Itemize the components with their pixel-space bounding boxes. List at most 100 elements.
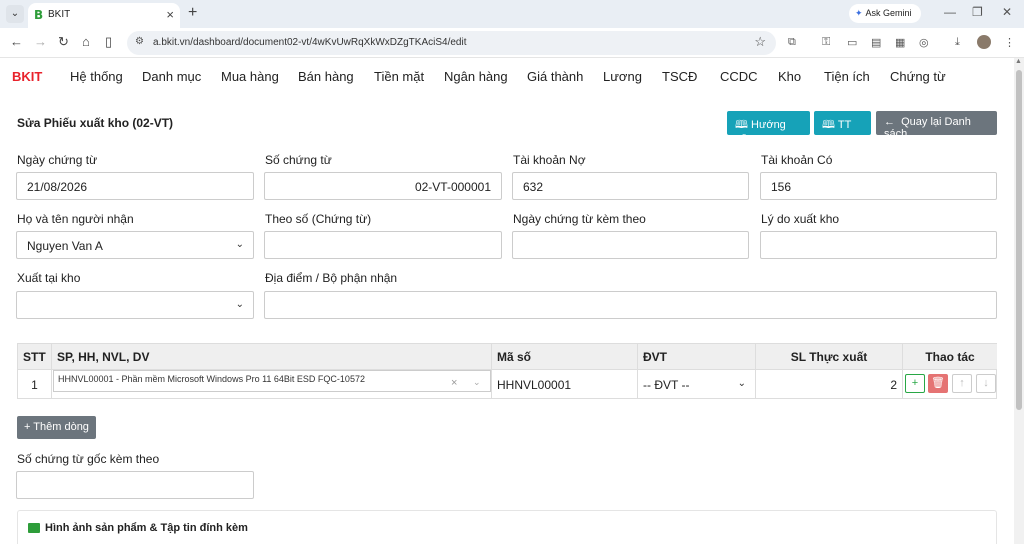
- scroll-up-icon[interactable]: ▲: [1015, 58, 1022, 65]
- guide-button[interactable]: 🕮 Hướng dẫn: [727, 111, 810, 147]
- url-text: a.bkit.vn/dashboard/document02-vt/4wKvUw…: [153, 37, 467, 48]
- home-icon[interactable]: ⌂: [82, 34, 90, 49]
- col-sl: SL Thực xuất: [756, 344, 903, 369]
- attachments-section: Hình ảnh sản phẩm & Tập tin đính kèm: [17, 510, 997, 544]
- col-sp: SP, HH, NVL, DV: [52, 344, 492, 369]
- tab-search-icon[interactable]: ⌄: [6, 5, 24, 23]
- nav-chung-tu[interactable]: Chứng từ: [890, 69, 946, 84]
- arrow-left-icon: ←: [884, 116, 895, 128]
- nguoi-nhan-select[interactable]: Nguyen Van A ⌄: [16, 231, 254, 259]
- nav-ngan-hang[interactable]: Ngân hàng: [444, 69, 508, 84]
- dia-diem-label: Địa điểm / Bộ phận nhận: [265, 271, 398, 285]
- tk-no-input[interactable]: 632: [512, 172, 749, 200]
- site-info-icon[interactable]: ⚙: [135, 36, 144, 47]
- tab-favicon: B: [34, 8, 44, 22]
- so-goc-label: Số chứng từ gốc kèm theo: [17, 452, 160, 466]
- book-icon: 🕮: [735, 119, 748, 131]
- page-title: Sửa Phiếu xuất kho (02-VT): [17, 116, 174, 130]
- xuat-tai-kho-label: Xuất tại kho: [17, 271, 81, 285]
- theo-so-label: Theo số (Chứng từ): [265, 212, 372, 226]
- nguoi-nhan-value: Nguyen Van A: [27, 239, 103, 253]
- nav-ccdc[interactable]: CCDC: [720, 69, 758, 84]
- chevron-down-icon: ⌄: [737, 378, 746, 389]
- profile-avatar[interactable]: [977, 35, 991, 49]
- ask-gemini-button[interactable]: ✦ Ask Gemini: [849, 4, 921, 23]
- ly-do-label: Lý do xuất kho: [761, 212, 840, 226]
- page-scrollbar[interactable]: ▲: [1014, 58, 1024, 544]
- reading-mode-icon[interactable]: ▤: [871, 36, 881, 49]
- card-icon[interactable]: ▭: [847, 36, 857, 49]
- browser-tab[interactable]: B BKIT ×: [28, 3, 180, 28]
- nav-tscd[interactable]: TSCĐ: [662, 69, 697, 84]
- nav-tien-mat[interactable]: Tiền mặt: [374, 69, 424, 84]
- col-dvt: ĐVT: [638, 344, 756, 369]
- col-stt: STT: [18, 344, 52, 369]
- new-tab-icon[interactable]: +: [188, 4, 197, 22]
- tk-no-label: Tài khoản Nợ: [513, 153, 586, 167]
- extensions-icon[interactable]: ⧉: [788, 36, 796, 49]
- chevron-down-icon[interactable]: ⌄: [473, 377, 481, 388]
- nav-tien-ich[interactable]: Tiện ích: [824, 69, 870, 84]
- minimize-icon[interactable]: —: [944, 5, 956, 19]
- col-thao-tac: Thao tác: [903, 344, 997, 369]
- scroll-thumb[interactable]: [1016, 70, 1022, 410]
- ngay-kem-theo-label: Ngày chứng từ kèm theo: [513, 212, 646, 226]
- add-row-button[interactable]: + Thêm dòng: [17, 416, 96, 439]
- brand-logo[interactable]: BKIT: [12, 69, 42, 84]
- row-ma-so: HHNVL00001: [492, 369, 638, 399]
- tk-co-input[interactable]: 156: [760, 172, 997, 200]
- bookmark-star-icon[interactable]: ☆: [754, 34, 766, 50]
- nav-danh-muc[interactable]: Danh mục: [142, 69, 201, 84]
- tt99-button[interactable]: 🕮 TT 99: [814, 111, 871, 147]
- back-icon[interactable]: ←: [10, 34, 23, 49]
- download-icon[interactable]: ⤓: [955, 36, 960, 49]
- product-select[interactable]: HHNVL00001 - Phần mềm Microsoft Windows …: [53, 370, 491, 392]
- window-close-icon[interactable]: ✕: [1002, 5, 1012, 19]
- nav-ban-hang[interactable]: Bán hàng: [298, 69, 354, 84]
- move-up-icon[interactable]: ↑: [952, 374, 972, 393]
- nav-luong[interactable]: Lương: [603, 69, 642, 84]
- forward-icon[interactable]: →: [34, 34, 47, 49]
- image-icon: [28, 523, 40, 533]
- ngay-kem-theo-input[interactable]: [512, 231, 749, 259]
- tk-co-label: Tài khoản Có: [761, 153, 833, 167]
- restore-icon[interactable]: ❐: [972, 5, 983, 19]
- tab-groups-icon[interactable]: ▦: [895, 36, 905, 49]
- clear-icon[interactable]: ×: [451, 377, 457, 389]
- nguoi-nhan-label: Họ và tên người nhận: [17, 212, 134, 226]
- password-key-icon[interactable]: ⚿: [822, 36, 830, 49]
- nav-kho[interactable]: Kho: [778, 69, 801, 84]
- so-chung-tu-input[interactable]: 02-VT-000001: [264, 172, 502, 200]
- back-to-list-button[interactable]: ← Quay lại Danh sách: [876, 111, 997, 140]
- trash-icon[interactable]: 🗑: [928, 374, 948, 393]
- so-goc-input[interactable]: [16, 471, 254, 499]
- ly-do-input[interactable]: [760, 231, 997, 259]
- theo-so-input[interactable]: [264, 231, 502, 259]
- dia-diem-input[interactable]: [264, 291, 997, 319]
- chevron-down-icon: ⌄: [235, 299, 244, 310]
- xuat-tai-kho-select[interactable]: ⌄: [16, 291, 254, 319]
- incognito-icon[interactable]: ◎: [919, 36, 929, 49]
- back-button-label: Quay lại Danh sách: [884, 116, 971, 140]
- url-bar[interactable]: ⚙ a.bkit.vn/dashboard/document02-vt/4wKv…: [127, 31, 776, 55]
- browser-tab-bar: ⌄ B BKIT × + ✦ Ask Gemini — ❐ ✕: [0, 0, 1024, 28]
- ngay-chung-tu-label: Ngày chứng từ: [17, 153, 98, 167]
- chevron-down-icon: ⌄: [235, 239, 244, 250]
- add-row-icon[interactable]: +: [905, 374, 925, 393]
- nav-mua-hang[interactable]: Mua hàng: [221, 69, 279, 84]
- ngay-chung-tu-input[interactable]: 21/08/2026: [16, 172, 254, 200]
- dvt-select[interactable]: -- ĐVT -- ⌄: [638, 369, 756, 399]
- nav-gia-thanh[interactable]: Giá thành: [527, 69, 583, 84]
- move-down-icon[interactable]: ↓: [976, 374, 996, 393]
- col-ma-so: Mã số: [492, 344, 638, 369]
- more-menu-icon[interactable]: ⋮: [1004, 36, 1015, 49]
- nav-he-thong[interactable]: Hệ thống: [70, 69, 123, 84]
- row-stt: 1: [18, 369, 52, 399]
- reload-icon[interactable]: ↻: [58, 34, 69, 50]
- gemini-icon: ✦: [855, 8, 863, 18]
- tab-close-icon[interactable]: ×: [166, 7, 174, 22]
- sl-input[interactable]: 2: [756, 369, 903, 399]
- ask-gemini-label: Ask Gemini: [865, 8, 912, 18]
- split-view-icon[interactable]: ▯: [105, 34, 112, 50]
- address-bar: ← → ↻ ⌂ ▯ ⚙ a.bkit.vn/dashboard/document…: [0, 28, 1024, 58]
